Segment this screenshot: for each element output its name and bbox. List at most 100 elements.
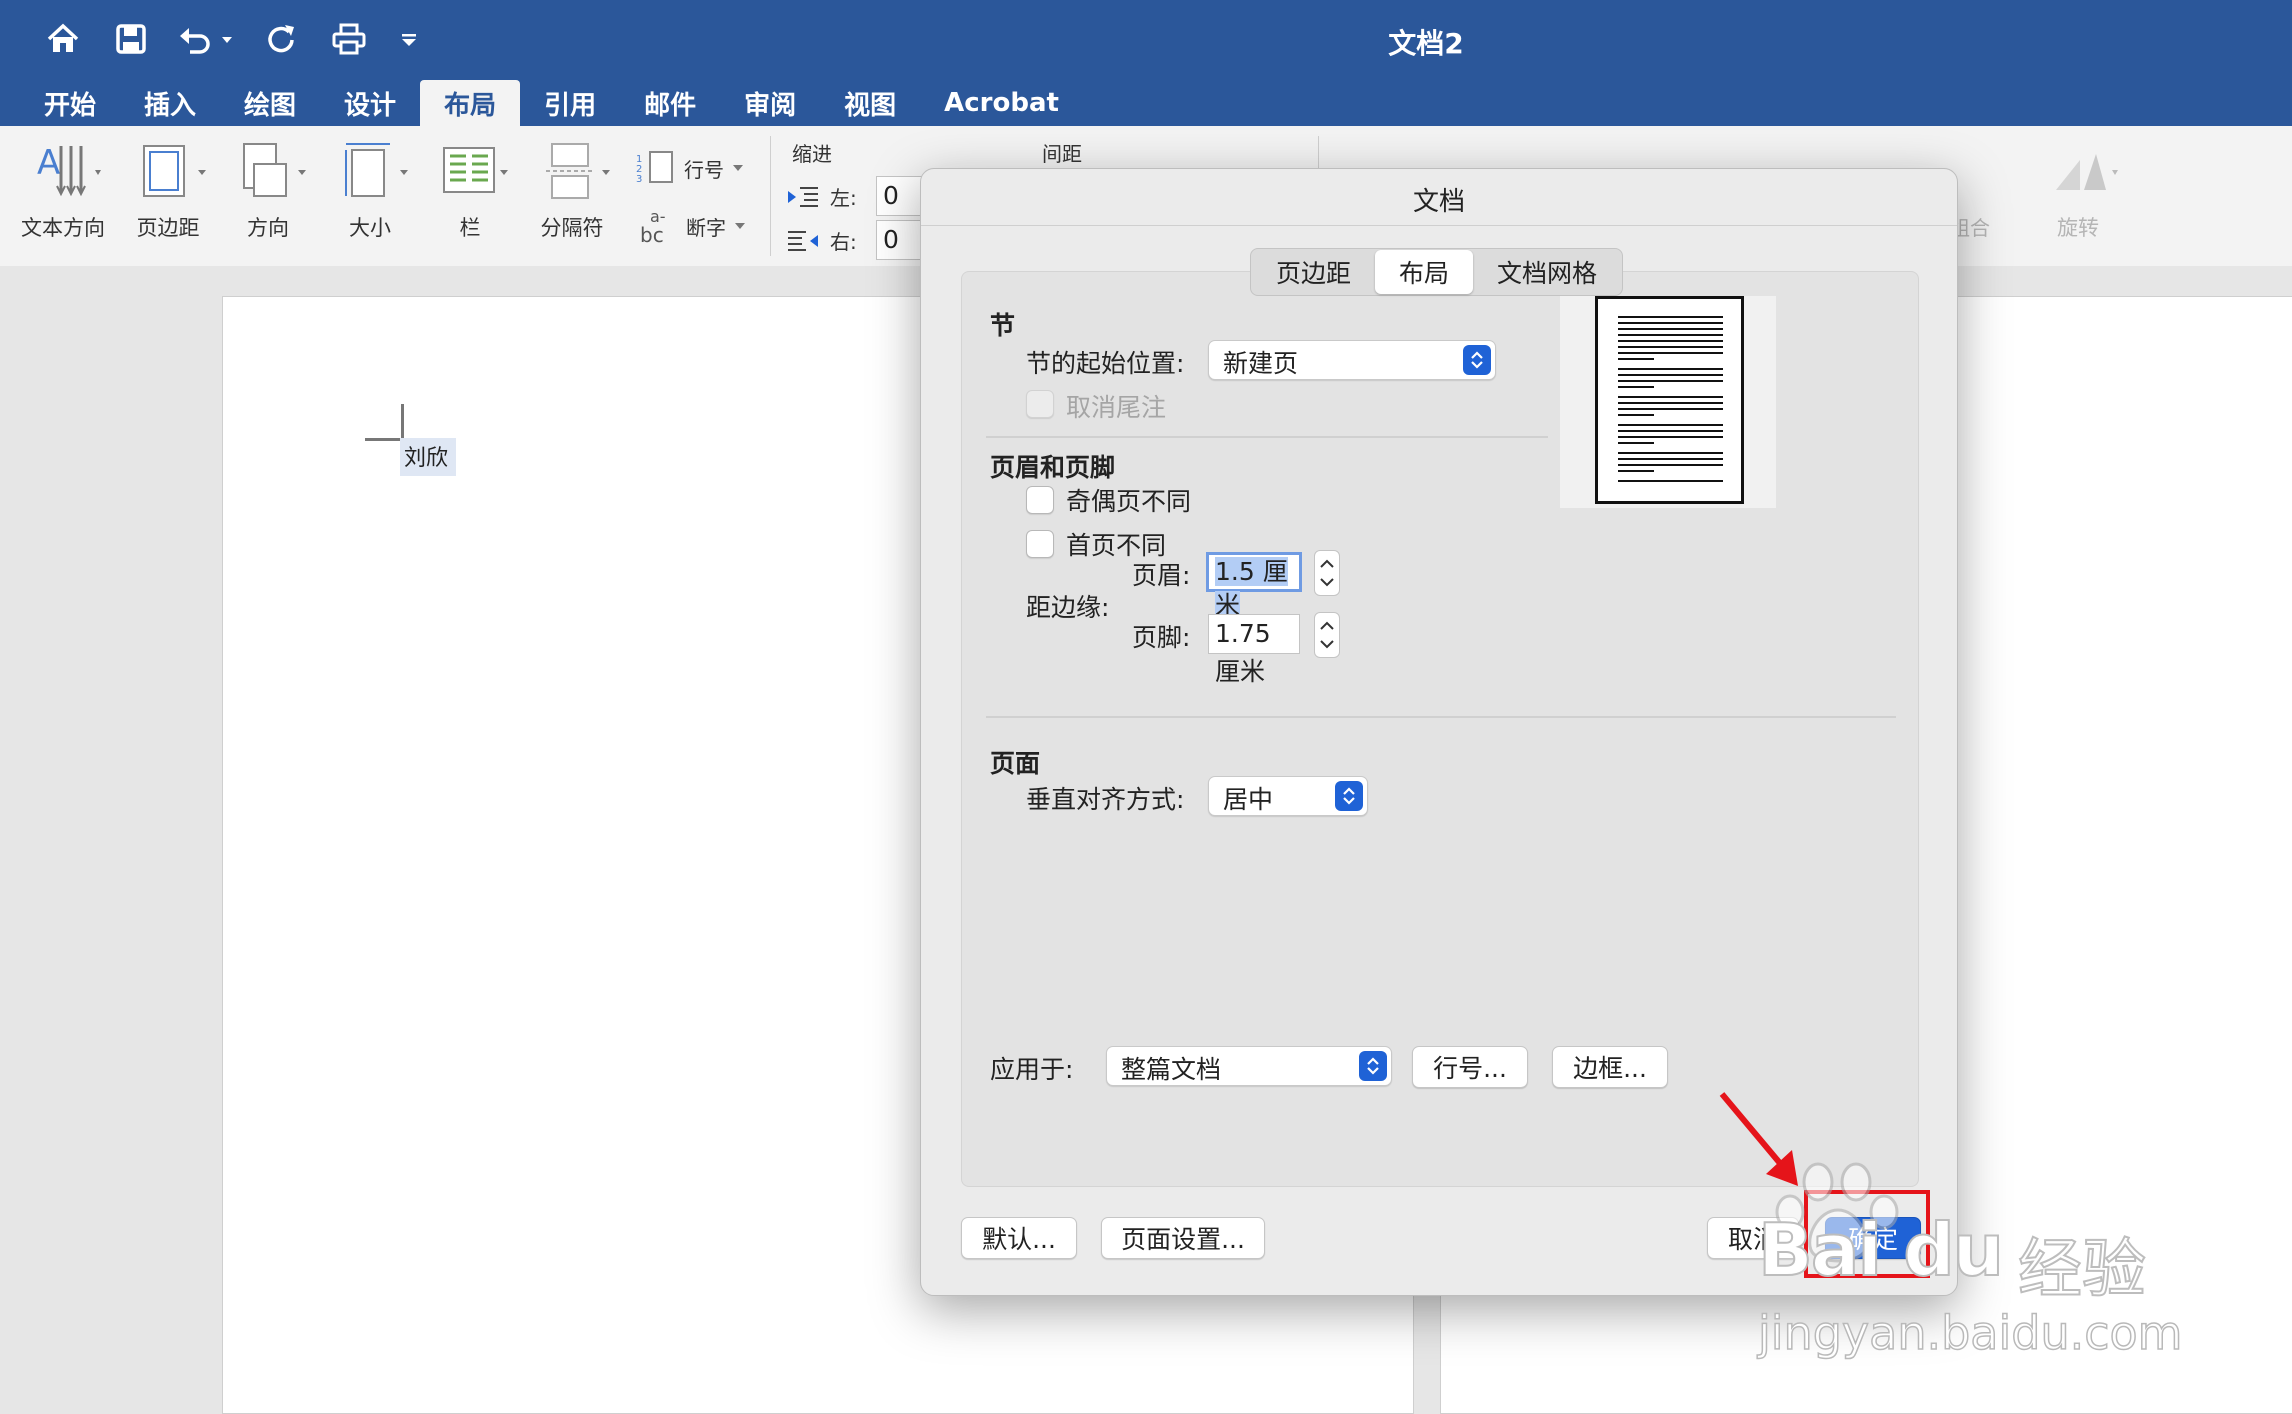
header-footer-separator bbox=[986, 716, 1896, 718]
apply-to-select[interactable]: 整篇文档 bbox=[1106, 1046, 1392, 1086]
footer-distance-label: 页脚: bbox=[1132, 623, 1191, 652]
text-direction-button[interactable]: A 文本方向 bbox=[18, 140, 108, 242]
indent-left-row: 左: bbox=[786, 182, 857, 211]
margin-corner-mark bbox=[365, 404, 404, 441]
page-heading: 页面 bbox=[990, 749, 1041, 778]
margins-icon bbox=[138, 140, 206, 202]
section-separator bbox=[986, 436, 1548, 438]
ribbon-tabs: 开始 插入 绘图 设计 布局 引用 邮件 审阅 视图 Acrobat bbox=[0, 80, 2292, 126]
tab-view[interactable]: 视图 bbox=[820, 80, 920, 126]
stepper-arrows-icon bbox=[1320, 559, 1334, 587]
vertical-alignment-select[interactable]: 居中 bbox=[1208, 776, 1368, 816]
hyphenation-icon: a-bc bbox=[640, 208, 666, 244]
indent-left-label: 左: bbox=[830, 186, 857, 210]
header-distance-label: 页眉: bbox=[1132, 561, 1191, 590]
section-start-select[interactable]: 新建页 bbox=[1208, 340, 1496, 380]
tab-margins[interactable]: 页边距 bbox=[1252, 250, 1375, 294]
section-heading: 节 bbox=[990, 311, 1016, 340]
orientation-icon bbox=[238, 140, 306, 202]
chevron-down-icon bbox=[733, 165, 743, 171]
preview-lines-icon bbox=[1618, 316, 1723, 482]
breaks-icon bbox=[542, 140, 610, 202]
suppress-endnotes-label: 取消尾注 bbox=[1066, 393, 1167, 422]
footer-distance-stepper[interactable] bbox=[1314, 612, 1340, 658]
layout-preview bbox=[1560, 296, 1776, 508]
window-title: 文档2 bbox=[1388, 27, 1464, 60]
indent-right-input[interactable]: 0 厘 bbox=[876, 220, 926, 292]
stepper-arrows-icon bbox=[1320, 621, 1334, 649]
indent-right-icon bbox=[788, 230, 818, 251]
header-footer-heading: 页眉和页脚 bbox=[990, 453, 1116, 482]
tab-dialog-layout[interactable]: 布局 bbox=[1375, 250, 1474, 294]
popup-arrows-icon bbox=[1335, 781, 1363, 811]
orientation-label: 方向 bbox=[247, 216, 289, 240]
rotate-button[interactable]: 旋转 bbox=[2038, 140, 2118, 242]
section-start-label: 节的起始位置: bbox=[1026, 349, 1185, 378]
tab-review[interactable]: 审阅 bbox=[720, 80, 820, 126]
vertical-alignment-value: 居中 bbox=[1223, 785, 1274, 814]
footer-distance-input[interactable]: 1.75 厘米 bbox=[1208, 614, 1300, 686]
first-page-checkbox[interactable] bbox=[1026, 530, 1054, 558]
tab-design[interactable]: 设计 bbox=[320, 80, 420, 126]
spacing-header: 间距 bbox=[1042, 142, 1082, 166]
svg-text:3: 3 bbox=[636, 174, 642, 185]
suppress-endnotes-checkbox[interactable] bbox=[1026, 390, 1054, 418]
orientation-button[interactable]: 方向 bbox=[228, 140, 308, 242]
indent-left-input[interactable]: 0 厘 bbox=[876, 176, 926, 248]
svg-text:bc: bc bbox=[640, 223, 664, 244]
line-numbers-button[interactable]: 123 行号 bbox=[636, 150, 744, 186]
size-label: 大小 bbox=[349, 216, 391, 240]
section-start-value: 新建页 bbox=[1223, 349, 1299, 378]
text-direction-icon: A bbox=[33, 140, 101, 202]
indent-header: 缩进 bbox=[792, 142, 832, 166]
header-distance-value: 1.5 厘米 bbox=[1215, 557, 1288, 620]
line-numbers-icon: 123 bbox=[636, 151, 673, 185]
popup-arrows-icon bbox=[1463, 345, 1491, 375]
apply-to-value: 整篇文档 bbox=[1121, 1055, 1222, 1084]
size-icon bbox=[340, 140, 408, 202]
line-numbers-button[interactable]: 行号... bbox=[1412, 1046, 1528, 1088]
tab-document-grid[interactable]: 文档网格 bbox=[1473, 250, 1621, 294]
size-button[interactable]: 大小 bbox=[330, 140, 410, 242]
breaks-label: 分隔符 bbox=[540, 216, 604, 240]
dialog-panel: 节 节的起始位置: 新建页 取消尾注 页眉和页脚 奇偶页不同 首页不同 距边缘:… bbox=[961, 271, 1919, 1187]
title-bar: 文档2 bbox=[0, 0, 2292, 80]
preview-page bbox=[1595, 296, 1744, 504]
columns-label: 栏 bbox=[459, 216, 481, 240]
hyphenation-label: 断字 bbox=[686, 215, 726, 240]
tab-layout[interactable]: 布局 bbox=[420, 80, 521, 126]
tab-acrobat[interactable]: Acrobat bbox=[920, 80, 1083, 126]
svg-text:A: A bbox=[37, 143, 60, 183]
page-setup-button[interactable]: 页面设置... bbox=[1101, 1217, 1265, 1259]
odd-even-checkbox[interactable] bbox=[1026, 486, 1054, 514]
dialog-tabs: 页边距 布局 文档网格 bbox=[1250, 248, 1624, 296]
tab-references[interactable]: 引用 bbox=[520, 80, 620, 126]
indent-right-row: 右: bbox=[786, 226, 857, 255]
tab-draw[interactable]: 绘图 bbox=[220, 80, 320, 126]
breaks-button[interactable]: 分隔符 bbox=[532, 140, 612, 242]
columns-icon bbox=[440, 140, 508, 202]
header-distance-stepper[interactable] bbox=[1314, 550, 1340, 596]
from-edge-label: 距边缘: bbox=[1026, 593, 1110, 622]
header-distance-input[interactable]: 1.5 厘米 bbox=[1206, 552, 1302, 620]
odd-even-label: 奇偶页不同 bbox=[1066, 487, 1192, 516]
columns-button[interactable]: 栏 bbox=[430, 140, 510, 242]
document-text[interactable]: 刘欣 bbox=[400, 438, 457, 476]
margins-button[interactable]: 页边距 bbox=[128, 140, 208, 242]
ribbon-separator bbox=[770, 136, 771, 256]
hyphenation-button[interactable]: a-bc 断字 bbox=[640, 208, 746, 244]
line-numbers-label: 行号 bbox=[684, 157, 724, 182]
tab-mailings[interactable]: 邮件 bbox=[620, 80, 720, 126]
watermark-url: jingyan.baidu.com bbox=[1757, 1305, 2183, 1361]
text-direction-label: 文本方向 bbox=[21, 216, 105, 240]
default-button[interactable]: 默认... bbox=[961, 1217, 1077, 1259]
tab-home[interactable]: 开始 bbox=[20, 80, 120, 126]
rotate-label: 旋转 bbox=[2057, 216, 2099, 240]
apply-to-label: 应用于: bbox=[990, 1055, 1074, 1084]
watermark-brand: Bai du bbox=[1757, 1207, 2005, 1293]
watermark-jingyan: 经验 bbox=[2017, 1232, 2147, 1308]
tab-insert[interactable]: 插入 bbox=[120, 80, 220, 126]
dialog-title: 文档 bbox=[1412, 187, 1465, 217]
borders-button[interactable]: 边框... bbox=[1552, 1046, 1668, 1088]
rotate-icon bbox=[2048, 140, 2118, 202]
